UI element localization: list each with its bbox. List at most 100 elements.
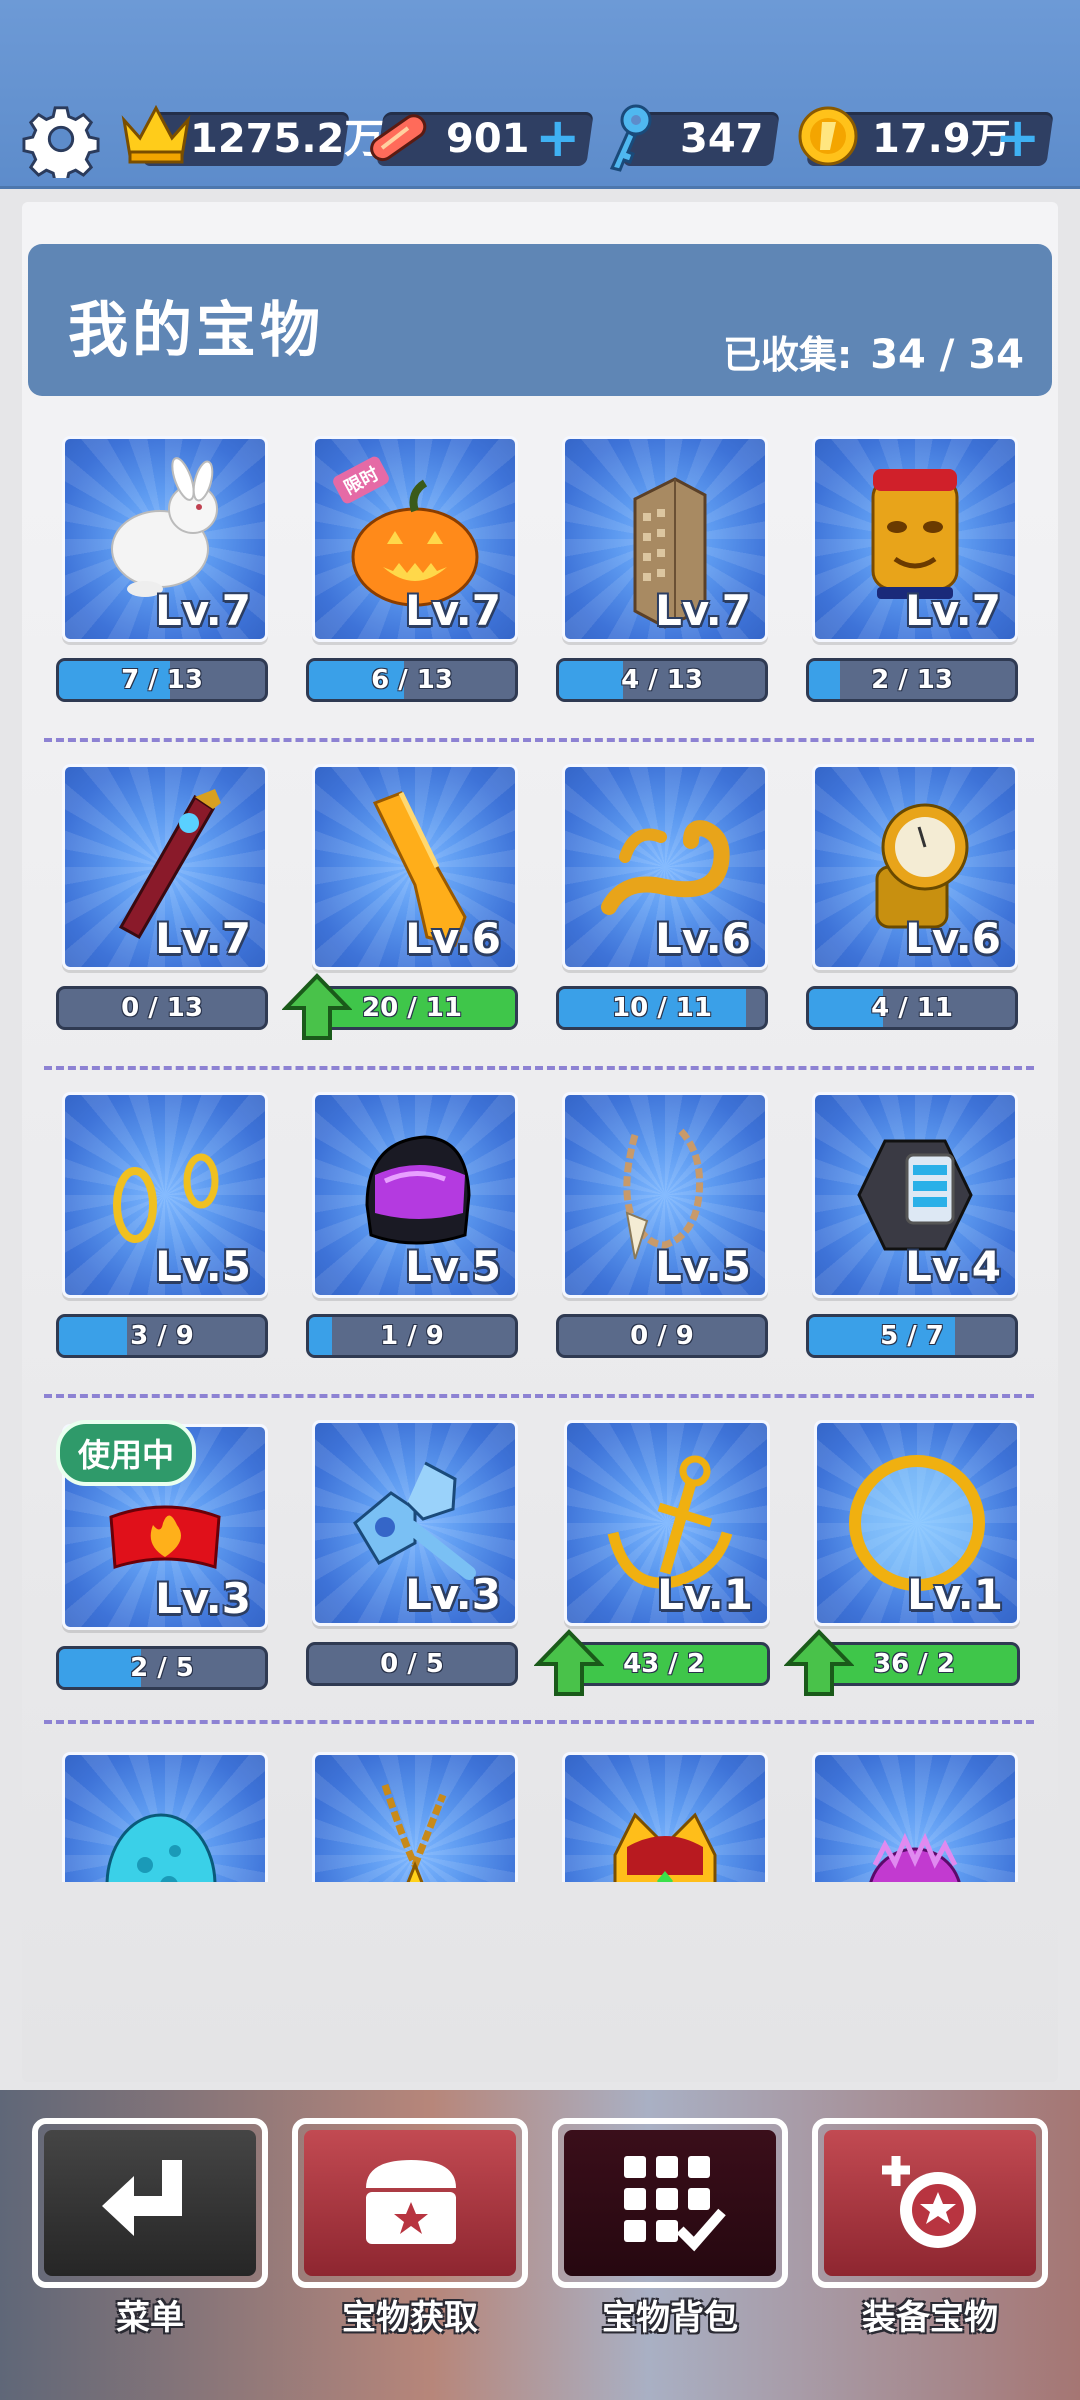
treasure-bag-label: 宝物背包	[602, 2298, 738, 2338]
crown-icon	[121, 104, 191, 164]
equip-treasure-button[interactable]	[812, 2118, 1048, 2288]
star-necklace-icon	[381, 1783, 447, 1882]
progress-text: 6 / 13	[371, 665, 453, 695]
key-value: 347	[680, 116, 764, 162]
treasure-tile[interactable]	[812, 1752, 1018, 1882]
progress-text: 1 / 9	[380, 1321, 444, 1351]
upgrade-arrow-icon[interactable]	[784, 1628, 854, 1698]
progress-text: 2 / 5	[130, 1653, 194, 1683]
gear-icon[interactable]	[22, 100, 100, 178]
progress-text: 0 / 13	[121, 993, 203, 1023]
treasure-tile[interactable]: Lv.3	[312, 1420, 518, 1626]
treasure-tile[interactable]: Lv.7	[62, 436, 268, 642]
upgrade-arrow-icon[interactable]	[282, 972, 352, 1042]
treasure-tile[interactable]: Lv.7	[562, 436, 768, 642]
progress-text: 0 / 9	[630, 1321, 694, 1351]
spotted-egg-icon	[105, 1813, 217, 1882]
level-label: Lv.7	[155, 586, 251, 635]
treasure-tile[interactable]: Lv.4	[812, 1092, 1018, 1298]
level-label: Lv.6	[655, 914, 751, 963]
treasure-tile[interactable]: Lv.7	[62, 764, 268, 970]
collected-label: 已收集:	[723, 333, 853, 377]
treasure-tile[interactable]: Lv.6	[312, 764, 518, 970]
crown-icon	[613, 1812, 717, 1882]
row-divider	[44, 738, 1034, 742]
progress-bar: 6 / 13	[306, 658, 518, 702]
progress-text: 2 / 13	[871, 665, 953, 695]
treasure-tile[interactable]	[312, 1752, 518, 1882]
return-arrow-icon	[102, 2160, 182, 2236]
treasure-tile[interactable]: Lv.5	[562, 1092, 768, 1298]
progress-bar: 2 / 13	[806, 658, 1018, 702]
hoverboard-icon	[370, 114, 427, 162]
equip-badge-icon	[882, 2156, 976, 2248]
progress-text: 10 / 11	[612, 993, 712, 1023]
treasure-tile[interactable]	[562, 1752, 768, 1882]
treasure-tile[interactable]: Lv.5	[312, 1092, 518, 1298]
treasure-tile[interactable]: Lv.7	[812, 436, 1018, 642]
coin-plus-button[interactable]: +	[995, 106, 1040, 169]
collected-count: 已收集: 34 / 34	[723, 324, 1024, 379]
progress-bar: 3 / 9	[56, 1314, 268, 1358]
equip-treasure-label: 装备宝物	[862, 2298, 998, 2338]
row-divider	[44, 1066, 1034, 1070]
level-label: Lv.7	[905, 586, 1001, 635]
treasure-grid[interactable]: Lv.7 7 / 13 限时 Lv.7 6 / 13 Lv.7 4 / 13 L…	[22, 420, 1058, 1882]
progress-bar: 2 / 5	[56, 1646, 268, 1690]
treasure-tile[interactable]: Lv.5	[62, 1092, 268, 1298]
board-value: 901	[446, 116, 530, 162]
treasure-get-label: 宝物获取	[342, 2298, 478, 2338]
progress-bar: 4 / 11	[806, 986, 1018, 1030]
menu-button[interactable]	[32, 2118, 268, 2288]
treasure-tile[interactable]	[62, 1752, 268, 1882]
level-label: Lv.7	[405, 586, 501, 635]
level-label: Lv.5	[155, 1242, 251, 1291]
level-label: Lv.6	[405, 914, 501, 963]
progress-bar: 7 / 13	[56, 658, 268, 702]
progress-bar: 10 / 11	[556, 986, 768, 1030]
coin-value: 17.9万	[872, 116, 1011, 162]
page-title: 我的宝物	[68, 296, 324, 366]
treasure-tile[interactable]: Lv.1	[814, 1420, 1020, 1626]
level-label: Lv.3	[155, 1574, 251, 1623]
level-label: Lv.7	[655, 586, 751, 635]
progress-text: 4 / 11	[871, 993, 953, 1023]
treasure-tile[interactable]: Lv.6	[562, 764, 768, 970]
treasure-bag-button[interactable]	[552, 2118, 788, 2288]
upgrade-arrow-icon[interactable]	[534, 1628, 604, 1698]
progress-text: 5 / 7	[880, 1321, 944, 1351]
row-divider	[44, 1720, 1034, 1724]
progress-text: 0 / 5	[380, 1649, 444, 1679]
level-label: Lv.5	[655, 1242, 751, 1291]
treasure-tile[interactable]: Lv.6	[812, 764, 1018, 970]
treasure-tile[interactable]: Lv.1	[564, 1420, 770, 1626]
treasure-header: 我的宝物 已收集: 34 / 34	[28, 244, 1052, 396]
progress-text: 4 / 13	[621, 665, 703, 695]
collected-value: 34 / 34	[870, 332, 1024, 378]
progress-bar: 0 / 5	[306, 1642, 518, 1686]
level-label: Lv.7	[155, 914, 251, 963]
level-label: Lv.6	[905, 914, 1001, 963]
treasure-get-button[interactable]	[292, 2118, 528, 2288]
progress-text: 3 / 9	[130, 1321, 194, 1351]
progress-bar: 0 / 9	[556, 1314, 768, 1358]
row-divider	[44, 1394, 1034, 1398]
board-plus-button[interactable]: +	[535, 106, 580, 169]
crown-value: 1275.2万	[190, 116, 385, 162]
level-label: Lv.1	[907, 1570, 1003, 1619]
level-label: Lv.1	[657, 1570, 753, 1619]
bottom-nav: 菜单 宝物获取 宝物背包 装备宝物	[0, 2090, 1080, 2400]
coin-icon	[798, 106, 858, 166]
treasure-chest-icon	[366, 2160, 456, 2244]
key-icon	[609, 104, 652, 172]
treasure-tile[interactable]: 限时 Lv.7	[312, 436, 518, 642]
level-label: Lv.5	[405, 1242, 501, 1291]
purple-flower-icon	[869, 1832, 961, 1882]
menu-label: 菜单	[116, 2298, 184, 2338]
progress-bar: 0 / 13	[56, 986, 268, 1030]
progress-bar: 1 / 9	[306, 1314, 518, 1358]
level-label: Lv.4	[905, 1242, 1001, 1291]
grid-check-icon	[624, 2156, 726, 2252]
level-label: Lv.3	[405, 1570, 501, 1619]
progress-text: 7 / 13	[121, 665, 203, 695]
